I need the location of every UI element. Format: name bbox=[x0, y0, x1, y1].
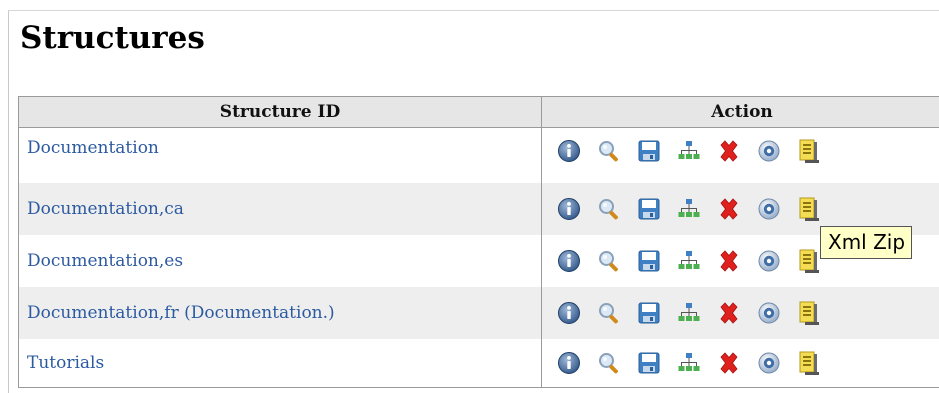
table-row: Tutorials bbox=[19, 339, 939, 388]
save-icon[interactable] bbox=[636, 196, 662, 222]
help-icon[interactable] bbox=[756, 248, 782, 274]
view-icon[interactable] bbox=[596, 196, 622, 222]
hierarchy-icon[interactable] bbox=[676, 300, 702, 326]
info-icon[interactable] bbox=[556, 196, 582, 222]
delete-icon[interactable] bbox=[716, 300, 742, 326]
info-icon[interactable] bbox=[556, 350, 582, 376]
structure-id-cell: Tutorials bbox=[19, 339, 542, 388]
hierarchy-icon[interactable] bbox=[676, 138, 702, 164]
table-header-row: Structure ID Action bbox=[19, 97, 939, 128]
view-icon[interactable] bbox=[596, 248, 622, 274]
delete-icon[interactable] bbox=[716, 248, 742, 274]
help-icon[interactable] bbox=[756, 138, 782, 164]
delete-icon[interactable] bbox=[716, 350, 742, 376]
save-icon[interactable] bbox=[636, 300, 662, 326]
structure-link[interactable]: Tutorials bbox=[27, 353, 104, 373]
actions-cell bbox=[542, 287, 939, 339]
info-icon[interactable] bbox=[556, 300, 582, 326]
column-header-structure-id: Structure ID bbox=[19, 97, 542, 128]
xml-zip-icon[interactable] bbox=[796, 196, 822, 222]
action-icons bbox=[556, 350, 939, 376]
page-title: Structures bbox=[20, 20, 205, 56]
structure-id-cell: Documentation,fr (Documentation.) bbox=[19, 287, 542, 339]
actions-cell bbox=[542, 339, 939, 388]
info-icon[interactable] bbox=[556, 138, 582, 164]
structures-table: Structure ID Action Documentation bbox=[18, 96, 939, 388]
xml-zip-icon[interactable] bbox=[796, 300, 822, 326]
hierarchy-icon[interactable] bbox=[676, 350, 702, 376]
table-row: Documentation bbox=[19, 128, 939, 184]
view-icon[interactable] bbox=[596, 300, 622, 326]
help-icon[interactable] bbox=[756, 350, 782, 376]
xml-zip-icon[interactable] bbox=[796, 248, 822, 274]
action-icons bbox=[556, 196, 939, 222]
save-icon[interactable] bbox=[636, 248, 662, 274]
structure-link[interactable]: Documentation,ca bbox=[27, 199, 184, 219]
delete-icon[interactable] bbox=[716, 138, 742, 164]
view-icon[interactable] bbox=[596, 138, 622, 164]
save-icon[interactable] bbox=[636, 350, 662, 376]
save-icon[interactable] bbox=[636, 138, 662, 164]
action-icons bbox=[556, 138, 939, 164]
actions-cell bbox=[542, 128, 939, 184]
tooltip: Xml Zip bbox=[820, 226, 912, 259]
structure-id-cell: Documentation,ca bbox=[19, 183, 542, 235]
xml-zip-icon[interactable] bbox=[796, 350, 822, 376]
hierarchy-icon[interactable] bbox=[676, 248, 702, 274]
info-icon[interactable] bbox=[556, 248, 582, 274]
hierarchy-icon[interactable] bbox=[676, 196, 702, 222]
structure-link[interactable]: Documentation,fr (Documentation.) bbox=[27, 303, 335, 323]
table-row: Documentation,es bbox=[19, 235, 939, 287]
view-icon[interactable] bbox=[596, 350, 622, 376]
structure-id-cell: Documentation bbox=[19, 128, 542, 184]
table-row: Documentation,ca bbox=[19, 183, 939, 235]
structure-link[interactable]: Documentation bbox=[27, 138, 159, 158]
delete-icon[interactable] bbox=[716, 196, 742, 222]
structure-id-cell: Documentation,es bbox=[19, 235, 542, 287]
help-icon[interactable] bbox=[756, 196, 782, 222]
action-icons bbox=[556, 300, 939, 326]
structure-link[interactable]: Documentation,es bbox=[27, 251, 183, 271]
table-row: Documentation,fr (Documentation.) bbox=[19, 287, 939, 339]
column-header-action: Action bbox=[542, 97, 939, 128]
help-icon[interactable] bbox=[756, 300, 782, 326]
xml-zip-icon[interactable] bbox=[796, 138, 822, 164]
